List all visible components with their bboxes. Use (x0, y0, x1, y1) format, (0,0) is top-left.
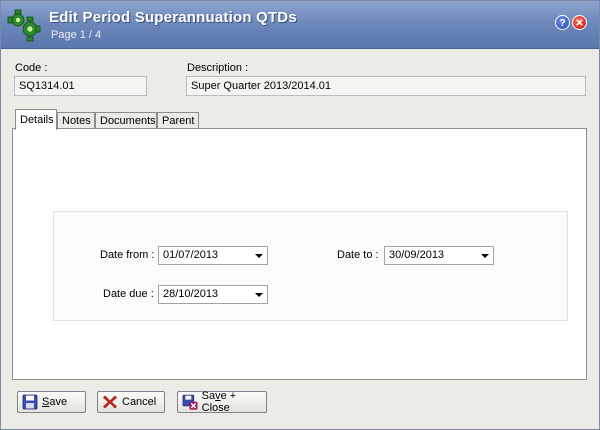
date-to-value: 30/09/2013 (389, 249, 445, 261)
date-to-label: Date to : (337, 249, 379, 261)
edit-dialog: Edit Period Superannuation QTDs Page 1 /… (0, 0, 600, 430)
cancel-button[interactable]: Cancel (97, 391, 165, 413)
date-to-dropdown[interactable]: 30/09/2013 (384, 246, 494, 265)
cancel-label: Cancel (122, 396, 157, 408)
save-close-label: Save + Close (201, 390, 237, 414)
description-field[interactable]: Super Quarter 2013/2014.01 (186, 76, 586, 96)
description-label: Description : (187, 62, 249, 74)
tab-details[interactable]: Details (15, 109, 57, 130)
chevron-down-icon (481, 254, 489, 258)
save-label: Save (42, 396, 68, 408)
dates-group: Date from : 01/07/2013 Date to : 30/09/2… (53, 211, 568, 321)
chevron-down-icon (255, 293, 263, 297)
help-icon[interactable]: ? (555, 15, 570, 30)
date-from-dropdown[interactable]: 01/07/2013 (158, 246, 268, 265)
chevron-down-icon (255, 254, 263, 258)
floppy-disk-icon (22, 394, 38, 410)
green-gears-icon (7, 9, 41, 42)
tab-notes[interactable]: Notes (57, 112, 95, 129)
date-due-value: 28/10/2013 (163, 288, 219, 300)
tab-parent[interactable]: Parent (157, 112, 199, 129)
window-title: Edit Period Superannuation QTDs (49, 9, 297, 26)
tab-documents[interactable]: Documents (95, 112, 157, 129)
date-from-label: Date from : (100, 249, 155, 261)
code-field[interactable]: SQ1314.01 (14, 76, 147, 96)
date-due-dropdown[interactable]: 28/10/2013 (158, 285, 268, 304)
code-label: Code : (15, 62, 48, 74)
save-button[interactable]: Save (17, 391, 86, 413)
page-indicator: Page 1 / 4 (51, 29, 102, 41)
date-due-label: Date due : (103, 288, 154, 300)
title-bar[interactable]: Edit Period Superannuation QTDs Page 1 /… (1, 1, 599, 49)
details-panel: Date from : 01/07/2013 Date to : 30/09/2… (12, 128, 587, 380)
date-from-value: 01/07/2013 (163, 249, 219, 261)
save-close-button[interactable]: Save + Close (177, 390, 267, 414)
floppy-disk-close-icon (182, 394, 198, 410)
red-x-icon (103, 395, 117, 409)
close-icon[interactable]: ✕ (572, 15, 587, 30)
